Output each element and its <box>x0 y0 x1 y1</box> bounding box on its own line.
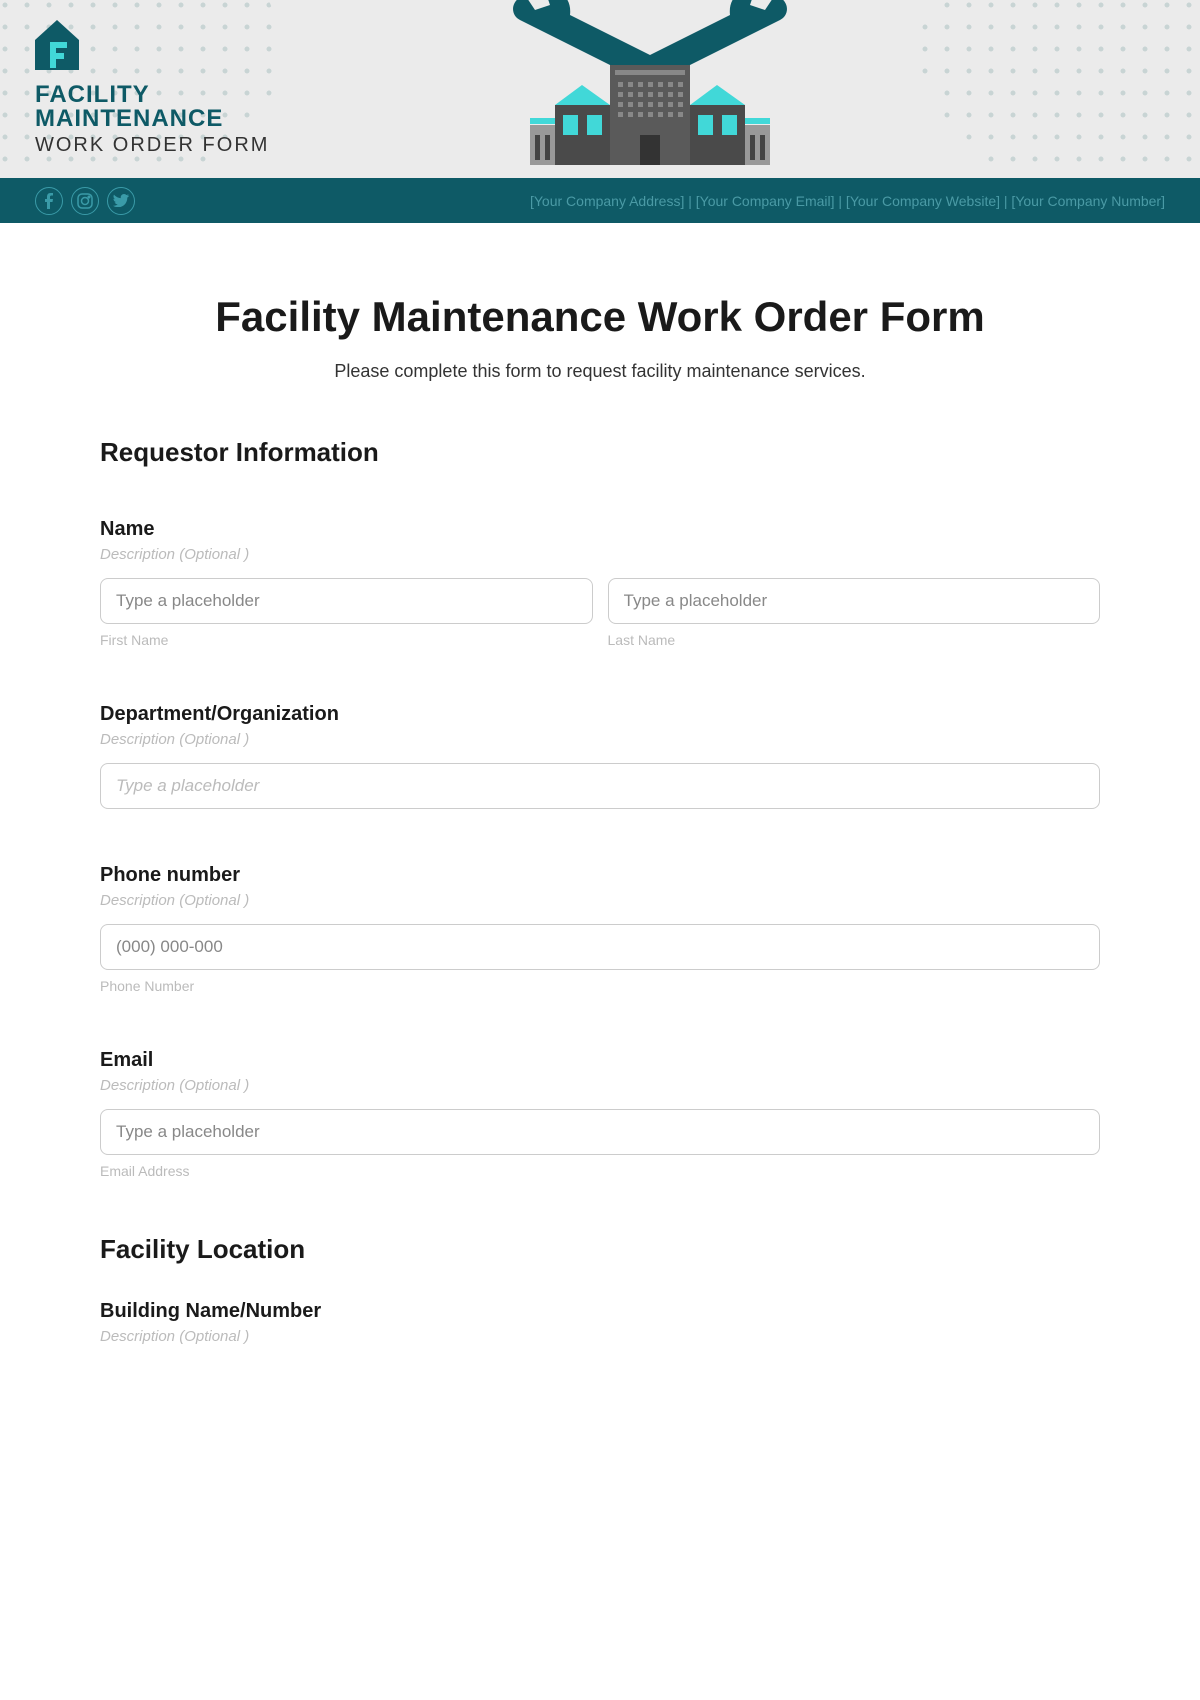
department-description: Description (Optional ) <box>100 731 1100 748</box>
logo-text-line3: WORK ORDER FORM <box>35 134 269 157</box>
field-email: Email Description (Optional ) Email Addr… <box>100 1049 1100 1179</box>
phone-sublabel: Phone Number <box>100 978 1100 994</box>
facebook-icon[interactable] <box>35 187 63 215</box>
building-description: Description (Optional ) <box>100 1328 1100 1345</box>
field-department: Department/Organization Description (Opt… <box>100 703 1100 809</box>
field-building: Building Name/Number Description (Option… <box>100 1300 1100 1345</box>
logo-text-line2: MAINTENANCE <box>35 107 269 131</box>
phone-description: Description (Optional ) <box>100 892 1100 909</box>
logo-text-line1: FACILITY <box>35 83 269 107</box>
info-bar: [Your Company Address] | [Your Company E… <box>0 178 1200 223</box>
email-label: Email <box>100 1049 1100 1072</box>
section-requestor-title: Requestor Information <box>100 437 1100 468</box>
logo: FACILITY MAINTENANCE WORK ORDER FORM <box>35 20 269 157</box>
last-name-input[interactable] <box>608 578 1101 624</box>
logo-icon <box>35 20 80 70</box>
header-banner: FACILITY MAINTENANCE WORK ORDER FORM <box>0 0 1200 178</box>
social-icons <box>35 187 135 215</box>
form-title: Facility Maintenance Work Order Form <box>100 293 1100 341</box>
department-label: Department/Organization <box>100 703 1100 726</box>
first-name-sublabel: First Name <box>100 632 593 648</box>
section-facility-title: Facility Location <box>100 1234 1100 1265</box>
last-name-sublabel: Last Name <box>608 632 1101 648</box>
phone-input[interactable] <box>100 924 1100 970</box>
company-info-text: [Your Company Address] | [Your Company E… <box>530 193 1165 209</box>
building-label: Building Name/Number <box>100 1300 1100 1323</box>
email-description: Description (Optional ) <box>100 1077 1100 1094</box>
name-label: Name <box>100 518 1100 541</box>
name-description: Description (Optional ) <box>100 546 1100 563</box>
twitter-icon[interactable] <box>107 187 135 215</box>
form-subtitle: Please complete this form to request fac… <box>100 361 1100 382</box>
building-illustration <box>500 0 800 178</box>
phone-label: Phone number <box>100 864 1100 887</box>
first-name-input[interactable] <box>100 578 593 624</box>
form-content: Facility Maintenance Work Order Form Ple… <box>0 223 1200 1390</box>
instagram-icon[interactable] <box>71 187 99 215</box>
field-name: Name Description (Optional ) First Name … <box>100 518 1100 648</box>
field-phone: Phone number Description (Optional ) Pho… <box>100 864 1100 994</box>
email-input[interactable] <box>100 1109 1100 1155</box>
department-input[interactable] <box>100 763 1100 809</box>
dot-pattern-right <box>920 0 1200 178</box>
email-sublabel: Email Address <box>100 1163 1100 1179</box>
